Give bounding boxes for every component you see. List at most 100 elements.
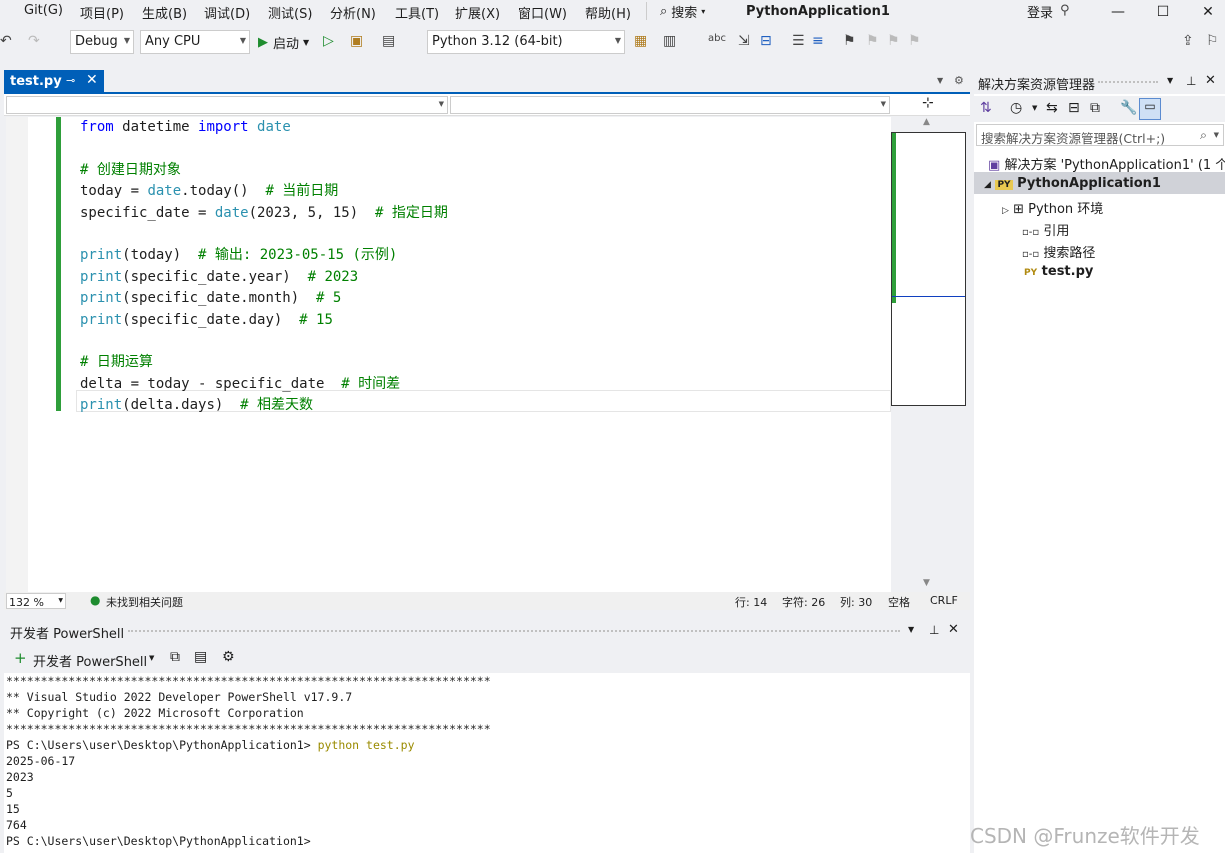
account-icon[interactable]: ⚲ [1060,3,1070,18]
switch-views-icon[interactable]: ⇅ [980,100,992,116]
spellcheck-icon[interactable]: abc [708,33,726,44]
tree-item-project[interactable]: ◢ PY PythonApplication1 [984,176,1161,191]
close-icon[interactable]: ✕ [948,622,959,637]
outdent-icon[interactable]: ≡ [812,33,824,49]
pin-icon[interactable]: ⊥ [1186,74,1196,88]
scroll-down-icon[interactable]: ▼ [923,578,930,588]
redo-icon[interactable]: ↷ [28,33,40,49]
browse-icon[interactable]: ▣ [350,33,363,49]
menu-git[interactable]: Git(G) [24,3,63,18]
prev-bookmark-icon[interactable]: ⚑ [866,33,879,49]
new-terminal-label[interactable]: 开发者 PowerShell [33,651,147,670]
code-line[interactable]: specific_date = date(2023, 5, 15) # 指定日期 [80,203,448,224]
login-link[interactable]: 登录 [1027,2,1053,21]
pin-icon[interactable]: ⊥ [929,623,939,637]
code-line[interactable]: print(specific_date.year) # 2023 [80,267,448,288]
share-icon[interactable]: ⇪ [1182,33,1194,49]
maximize-button[interactable]: ☐ [1143,0,1183,24]
code-editor[interactable]: from datetime import date # 创建日期对象 today … [6,117,891,592]
chevron-down-icon[interactable]: ▼ [1032,104,1037,112]
sync-icon[interactable]: ⇆ [1046,100,1058,116]
history-icon[interactable]: ◷ [1010,100,1022,116]
feedback-icon[interactable]: ⚐ [1206,33,1219,49]
python-environment-select[interactable]: Python 3.12 (64-bit) ▼ [427,30,625,54]
menu-build[interactable]: 生成(B) [142,3,187,22]
tree-item-test-py[interactable]: PY test.py [1024,264,1093,279]
code-line[interactable]: # 创建日期对象 [80,160,448,181]
tree-item-search-paths[interactable]: ▫-▫ 搜索路径 [1022,242,1095,261]
line-number[interactable]: 行: 14 [735,594,767,610]
code-line[interactable] [80,331,448,352]
menu-test[interactable]: 测试(S) [268,3,312,22]
code-line[interactable]: print(delta.days) # 相差天数 [80,395,448,416]
format-icon[interactable]: ⊟ [760,33,772,49]
pin-icon[interactable]: ⊸ [66,74,75,87]
tab-test-py[interactable]: test.py ⊸ ✕ [4,70,104,94]
code-line[interactable]: delta = today - specific_date # 时间差 [80,374,448,395]
platform-select[interactable]: Any CPU ▼ [140,30,250,54]
solution-search-input[interactable]: 搜索解决方案资源管理器(Ctrl+;) ⌕ ▼ [976,124,1224,146]
scope-dropdown[interactable]: ▼ [6,96,448,114]
close-icon[interactable]: ✕ [1205,73,1216,88]
code-line[interactable]: from datetime import date [80,117,448,138]
copy-icon[interactable]: ⧉ [170,649,180,665]
preview-icon[interactable]: ▭ [1139,98,1161,120]
tab-list-icon[interactable]: ▼ [937,76,943,85]
undo-icon[interactable]: ↶ [0,33,12,49]
menu-help[interactable]: 帮助(H) [585,3,631,22]
code-line[interactable]: print(today) # 输出: 2023-05-15 (示例) [80,245,448,266]
paste-icon[interactable]: ▤ [194,649,207,665]
code-line[interactable]: print(specific_date.day) # 15 [80,310,448,331]
chevron-down-icon[interactable]: ▼ [149,654,154,662]
clear-bookmarks-icon[interactable]: ⚑ [908,33,921,49]
menu-extensions[interactable]: 扩展(X) [455,3,500,22]
code-content[interactable]: from datetime import date # 创建日期对象 today … [80,117,448,417]
code-line[interactable]: # 日期运算 [80,352,448,373]
configuration-select[interactable]: Debug ▼ [70,30,134,54]
menu-analyze[interactable]: 分析(N) [330,3,376,22]
step-icon[interactable]: ⇲ [738,33,750,49]
window-layout-icon[interactable]: ▥ [663,33,676,49]
menu-project[interactable]: 项目(P) [80,3,124,22]
code-line[interactable] [80,138,448,159]
whitespace-mode[interactable]: 空格 [888,594,910,610]
gear-icon[interactable]: ⚙ [954,74,964,87]
char-number[interactable]: 字符: 26 [782,594,825,610]
member-dropdown[interactable]: ▼ [450,96,890,114]
menu-window[interactable]: 窗口(W) [518,3,567,22]
global-search[interactable]: ⌕ 搜索 ▾ [660,2,705,21]
add-icon[interactable]: + [14,649,27,667]
terminal-output[interactable]: ****************************************… [4,673,970,853]
split-view-icon[interactable]: ⊹ [922,95,934,111]
show-all-files-icon[interactable]: ⧉ [1090,100,1100,116]
properties-icon[interactable]: 🔧 [1120,100,1137,116]
start-without-debug-icon[interactable]: ▷ [323,33,334,49]
code-minimap[interactable] [891,132,966,406]
col-number[interactable]: 列: 30 [840,594,872,610]
next-bookmark-icon[interactable]: ⚑ [887,33,900,49]
package-icon[interactable]: ▦ [634,33,647,49]
start-button[interactable]: ▶ 启动 ▼ [258,33,309,52]
code-line[interactable] [80,224,448,245]
layout-icon[interactable]: ▤ [382,33,395,49]
close-icon[interactable]: ✕ [86,72,98,88]
chevron-down-icon[interactable]: ▼ [908,625,914,634]
tree-item-references[interactable]: ▫-▫ 引用 [1022,220,1069,239]
menu-debug[interactable]: 调试(D) [204,3,250,22]
menu-tools[interactable]: 工具(T) [395,3,439,22]
code-line[interactable]: today = date.today() # 当前日期 [80,181,448,202]
indent-icon[interactable]: ☰ [792,33,805,49]
line-ending[interactable]: CRLF [930,594,958,607]
close-window-button[interactable]: ✕ [1188,0,1225,24]
tree-item-solution[interactable]: ▣ 解决方案 'PythonApplication1' (1 个 [988,154,1225,173]
gear-icon[interactable]: ⚙ [222,649,235,665]
minimize-button[interactable]: — [1098,0,1138,24]
chevron-down-icon[interactable]: ▼ [1167,76,1173,85]
issues-status[interactable]: 未找到相关问题 [106,594,183,610]
collapse-all-icon[interactable]: ⊟ [1068,100,1080,116]
bookmark-icon[interactable]: ⚑ [843,33,856,49]
code-line[interactable]: print(specific_date.month) # 5 [80,288,448,309]
scroll-up-icon[interactable]: ▲ [923,117,930,127]
tree-item-python-env[interactable]: ▷ ⊞ Python 环境 [1002,198,1103,217]
zoom-select[interactable]: 132 % ▼ [6,593,66,609]
